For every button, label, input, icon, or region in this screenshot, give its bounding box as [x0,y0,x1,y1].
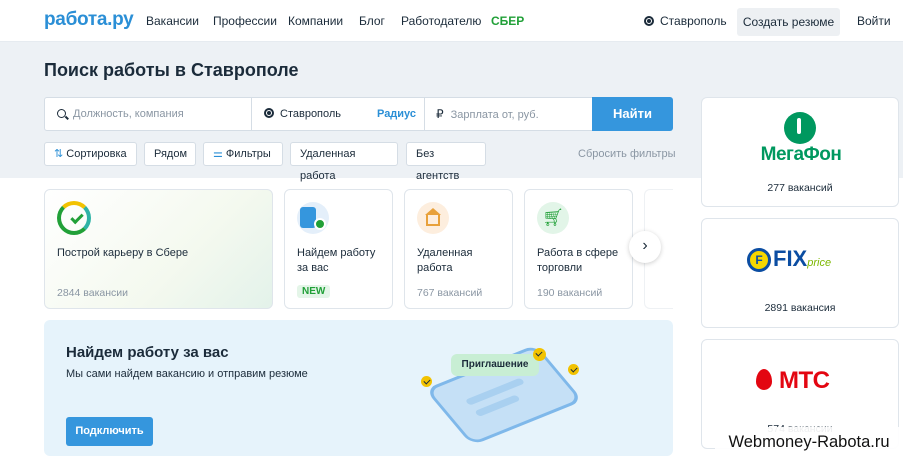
salary-placeholder: Зарплата от, руб. [450,109,539,121]
chevron-right-icon: › [642,237,648,254]
watermark: Webmoney-Rabota.ru [715,427,903,458]
check-badge-icon [533,348,546,361]
job-search-input[interactable]: Должность, компания [57,98,247,130]
category-title: Работа в сфере торговли [537,247,619,274]
sort-icon: ⇅ [54,148,67,160]
sort-chip[interactable]: ⇅ Сортировка [44,142,137,166]
search-form: Должность, компания Ставрополь Радиус ₽ З… [44,97,593,131]
connect-button[interactable]: Подключить [66,417,153,446]
no-agencies-chip[interactable]: Без агентств [406,142,486,182]
check-badge-icon [568,364,579,375]
radius-link[interactable]: Радиус [377,98,416,130]
nearby-chip[interactable]: Рядом [144,142,196,166]
nav-sber[interactable]: СБЕР [491,14,524,28]
nav-companies[interactable]: Компании [288,14,343,28]
city-input-value: Ставрополь [280,108,342,120]
employer-card-megafon[interactable]: МегаФон 277 вакансий [701,97,899,207]
location-pin-icon [264,108,274,118]
nav-employer[interactable]: Работодателю [401,14,481,28]
sber-logo-icon [57,201,91,235]
nav-professions[interactable]: Профессии [213,14,277,28]
city-selector[interactable]: Ставрополь [644,14,727,28]
login-link[interactable]: Войти [857,14,891,28]
employer-logo: МТС [756,367,830,395]
mts-egg-icon [756,369,772,390]
employer-count: 2891 вакансия [764,302,836,314]
cart-icon: 🛒︎ [537,202,569,234]
employer-logo: МегаФон [760,144,842,165]
employer-card-fixprice[interactable]: F FIXprice 2891 вакансия [701,218,899,328]
fix-price-logo-icon: F [747,248,771,272]
category-card-find-job[interactable]: Найдем работу за вас NEW [284,189,393,309]
ruble-icon: ₽ [436,107,444,121]
location-pin-icon [644,16,654,26]
category-card-sber[interactable]: Построй карьеру в Сбере 2844 вакансии [44,189,273,309]
promo-banner: Найдем работу за вас Мы сами найдем вака… [44,320,673,456]
city-input[interactable]: Ставрополь [264,98,374,130]
promo-title: Найдем работу за вас [66,344,229,361]
sort-chip-label: Сортировка [66,148,127,160]
field-divider [251,98,252,130]
salary-input[interactable]: ₽ Зарплата от, руб. [436,98,586,130]
check-badge-icon [421,376,432,387]
city-name: Ставрополь [660,14,727,28]
remote-chip[interactable]: Удаленная работа [290,142,398,182]
category-card-trade[interactable]: 🛒︎ Работа в сфере торговли 190 вакансий [524,189,633,309]
site-logo[interactable]: работа.ру [44,9,134,31]
employer-count: 277 вакансий [767,182,833,194]
search-icon [57,109,66,118]
site-header: работа.ру Вакансии Профессии Компании Бл… [0,0,903,42]
create-resume-button[interactable]: Создать резюме [737,8,840,36]
category-card-remote[interactable]: Удаленная работа 767 вакансий [404,189,513,309]
page-title: Поиск работы в Ставрополе [44,60,299,80]
category-count: 190 вакансий [537,287,603,299]
filters-icon: ⚌ [213,148,226,160]
resume-check-icon [297,202,329,234]
reset-filters-link[interactable]: Сбросить фильтры [578,148,676,160]
megafon-logo-icon [784,112,816,144]
nav-vacancies[interactable]: Вакансии [146,14,199,28]
filters-chip[interactable]: ⚌ Фильтры [203,142,283,166]
nav-blog[interactable]: Блог [359,14,385,28]
category-count: 2844 вакансии [57,287,129,299]
field-divider [424,98,425,130]
new-badge: NEW [297,285,331,298]
house-icon [417,202,449,234]
filters-chip-label: Фильтры [225,148,271,160]
promo-subtitle: Мы сами найдем вакансию и отправим резюм… [66,368,308,380]
carousel-next-button[interactable]: › [629,231,661,263]
category-title: Удаленная работа [417,247,473,274]
category-count: 767 вакансий [417,287,483,299]
category-title: Найдем работу за вас [297,247,376,274]
invitation-label: Приглашение [451,354,539,376]
find-button[interactable]: Найти [592,97,673,131]
job-search-placeholder: Должность, компания [73,108,184,120]
category-title: Построй карьеру в Сбере [57,247,189,259]
employer-logo: F FIXprice [747,246,831,272]
